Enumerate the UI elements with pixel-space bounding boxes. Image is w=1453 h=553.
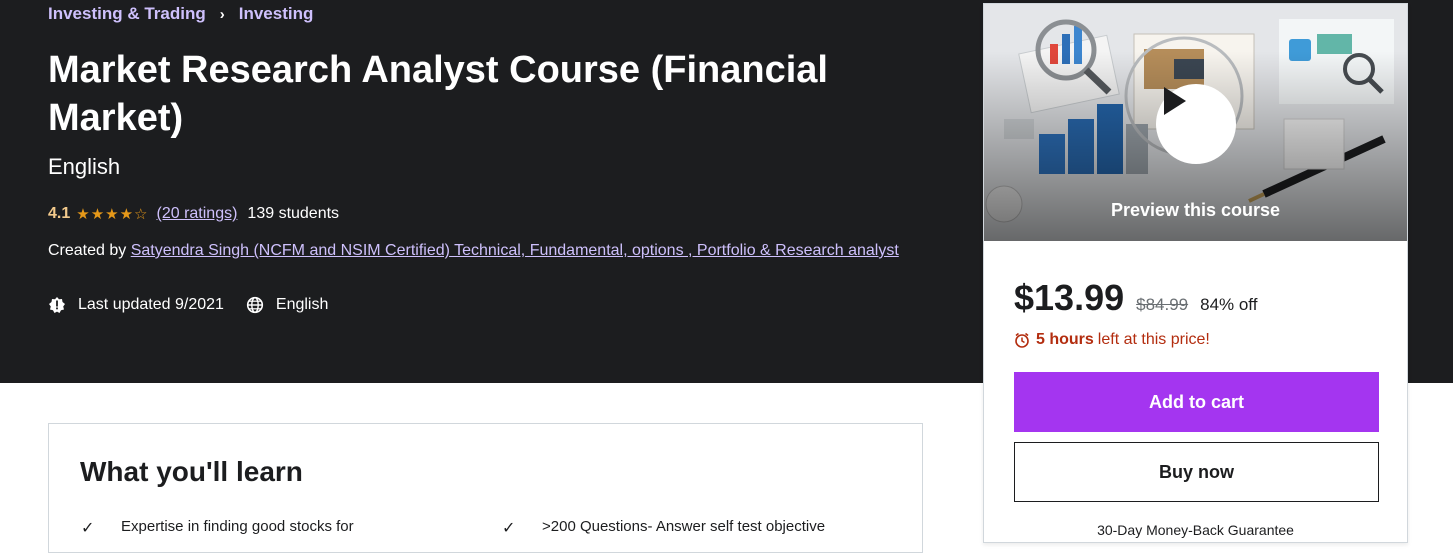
course-subtitle: English <box>48 154 121 179</box>
ratings-count-link[interactable]: (20 ratings) <box>157 205 238 223</box>
price-row: $13.99 $84.99 84% off <box>1014 277 1257 319</box>
add-to-cart-button[interactable]: Add to cart <box>1014 372 1379 432</box>
created-by: Created by Satyendra Singh (NCFM and NSI… <box>48 239 908 263</box>
rating-row: 4.1 ★★★★☆ (20 ratings) 139 students <box>48 205 339 223</box>
rating-value: 4.1 <box>48 205 71 222</box>
author-link[interactable]: Satyendra Singh (NCFM and NSIM Certified… <box>131 242 899 259</box>
play-button[interactable] <box>1156 84 1236 164</box>
learn-heading: What you'll learn <box>80 456 303 487</box>
check-icon: ✓ <box>502 520 516 537</box>
alert-icon <box>48 296 66 314</box>
learn-item: ✓ >200 Questions- Answer self test objec… <box>502 518 825 538</box>
buy-now-button[interactable]: Buy now <box>1014 442 1379 502</box>
students-count: 139 students <box>247 205 340 222</box>
what-you-will-learn: What you'll learn ✓ Expertise in finding… <box>48 423 923 553</box>
learn-item-text: Expertise in finding good stocks for <box>121 518 354 535</box>
learn-item-text: >200 Questions- Answer self test objecti… <box>542 518 826 535</box>
breadcrumb-category[interactable]: Investing & Trading <box>48 4 206 24</box>
star-icon: ★★★★☆ <box>76 206 149 223</box>
last-updated-text: Last updated 9/2021 <box>78 296 224 313</box>
breadcrumb: Investing & Trading › Investing <box>48 4 313 24</box>
preview-label[interactable]: Preview this course <box>984 200 1407 221</box>
purchase-card: Preview this course $13.99 $84.99 84% of… <box>983 3 1408 543</box>
breadcrumb-subcategory[interactable]: Investing <box>239 4 314 24</box>
chevron-right-icon: › <box>219 5 225 23</box>
alarm-clock-icon <box>1015 332 1029 348</box>
last-updated: Last updated 9/2021 <box>48 296 224 314</box>
discount-percent: 84% off <box>1200 295 1258 314</box>
course-meta: Last updated 9/2021 English <box>48 296 350 314</box>
money-back-guarantee: 30-Day Money-Back Guarantee <box>1097 522 1294 538</box>
course-language: English <box>246 296 328 314</box>
check-icon: ✓ <box>81 520 95 537</box>
course-title: Market Research Analyst Course (Financia… <box>48 49 828 139</box>
created-by-label: Created by <box>48 242 127 259</box>
learn-item: ✓ Expertise in finding good stocks for <box>81 518 354 538</box>
current-price: $13.99 <box>1014 277 1125 318</box>
price-timer: 5 hours left at this price! <box>1014 331 1210 349</box>
course-preview[interactable]: Preview this course <box>984 4 1407 241</box>
timer-hours: 5 hours <box>1036 331 1094 348</box>
timer-suffix: left at this price! <box>1097 331 1210 348</box>
play-icon <box>1164 87 1186 115</box>
language-text: English <box>275 296 329 313</box>
original-price: $84.99 <box>1136 295 1189 314</box>
globe-icon <box>246 296 264 314</box>
